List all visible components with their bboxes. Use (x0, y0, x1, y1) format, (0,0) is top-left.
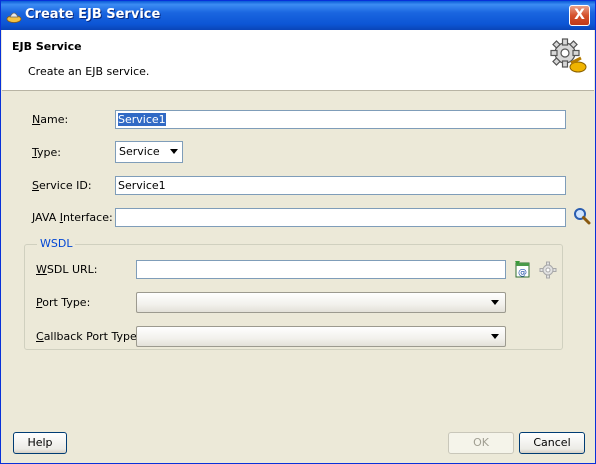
svg-text:@: @ (518, 268, 527, 278)
wizard-header: EJB Service Create an EJB service. (2, 30, 594, 91)
java-interface-label: JAVA Interface: (32, 211, 113, 224)
callback-port-type-label: Callback Port Type: (36, 330, 141, 343)
close-icon: X (574, 7, 585, 23)
help-button[interactable]: Help (13, 432, 67, 454)
cancel-button[interactable]: Cancel (519, 432, 585, 454)
name-label: Name: (32, 113, 69, 126)
type-select[interactable]: Service (115, 141, 183, 163)
wsdl-legend: WSDL (37, 237, 76, 250)
browse-wsdl-icon[interactable]: @ (514, 260, 532, 278)
name-field[interactable]: Service1 (115, 110, 566, 129)
window-title: Create EJB Service (25, 7, 161, 22)
type-label: Type: (32, 146, 61, 159)
wsdl-url-label: WSDL URL: (36, 263, 98, 276)
app-icon (6, 12, 22, 23)
header-title: EJB Service (12, 40, 82, 53)
gear-icon (550, 38, 587, 73)
close-button[interactable]: X (569, 5, 590, 26)
chevron-down-icon (491, 300, 499, 305)
search-icon[interactable] (573, 207, 591, 225)
chevron-down-icon (170, 149, 178, 154)
chevron-down-icon (491, 334, 499, 339)
gear-icon[interactable] (539, 261, 557, 279)
ok-button[interactable]: OK (448, 432, 514, 454)
port-type-select[interactable] (136, 292, 506, 313)
dialog-window: Create EJB Service X EJB Service Create … (0, 0, 596, 464)
service-id-field[interactable]: Service1 (115, 176, 566, 195)
callback-port-type-select[interactable] (136, 326, 506, 347)
header-subtitle: Create an EJB service. (28, 65, 150, 78)
service-id-label: Service ID: (32, 179, 92, 192)
port-type-label: Port Type: (36, 296, 91, 309)
wsdl-url-field[interactable] (136, 260, 506, 279)
title-bar[interactable]: Create EJB Service X (1, 1, 595, 30)
java-interface-field[interactable] (115, 208, 566, 227)
type-select-value: Service (119, 145, 160, 158)
